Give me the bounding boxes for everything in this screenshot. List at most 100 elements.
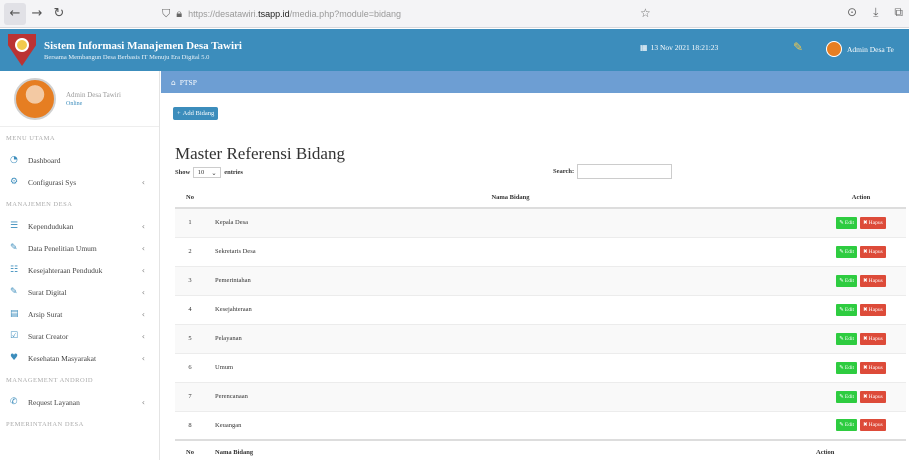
table-row: 4 Kesejahteraan ✎ Edit ✖ Hapus <box>175 295 906 325</box>
sidebar-item-label: Data Penelitian Umum <box>28 243 97 253</box>
sidebar-item-label: Kesehatan Masyarakat <box>28 353 97 363</box>
delete-button[interactable]: ✖ Hapus <box>860 303 886 316</box>
row-actions: ✎ Edit ✖ Hapus <box>816 266 906 296</box>
chevron-down-icon: ⌄ <box>211 169 217 177</box>
url-prefix: https://desatawiri. <box>188 9 259 19</box>
delete-label: Hapus <box>868 422 883 429</box>
sidebar-item-surat-digital[interactable]: ✎ Surat Digital ‹ <box>0 281 159 303</box>
entries-select[interactable]: 10 ⌄ <box>193 167 222 178</box>
sidebar-item-configurasi[interactable]: ⚙ Configurasi Sys ‹ <box>0 171 159 193</box>
chevron-left-icon: ‹ <box>141 287 145 297</box>
chevron-left-icon: ‹ <box>141 177 145 187</box>
edit-label: Edit <box>844 277 855 284</box>
logo-icon <box>8 34 36 66</box>
edit-icon: ✎ <box>10 287 18 297</box>
address-bar[interactable]: ⛉ 🔒︎ https://desatawiri. tsapp.id/media.p… <box>162 5 722 23</box>
table-icon: ☰ <box>10 221 19 231</box>
delete-button[interactable]: ✖ Hapus <box>860 274 886 287</box>
edit-button[interactable]: ✎ Edit <box>836 303 858 316</box>
table-header-row: No Nama Bidang Action <box>175 187 906 209</box>
delete-button[interactable]: ✖ Hapus <box>860 390 886 403</box>
trash-icon: ✖ <box>863 277 868 284</box>
footer-name: Nama Bidang <box>205 439 816 460</box>
column-header-no[interactable]: No <box>175 187 205 209</box>
header-user-menu[interactable]: Admin Desa Te <box>826 41 894 57</box>
forward-arrow-icon[interactable]: → <box>26 3 48 25</box>
sidebar-item-label: Surat Creator <box>28 331 69 341</box>
edit-icon: ✎ <box>839 422 844 429</box>
sidebar-item-penelitian[interactable]: ✎ Data Penelitian Umum ‹ <box>0 237 159 259</box>
delete-button[interactable]: ✖ Hapus <box>860 361 886 374</box>
row-name: Perencanaan <box>205 382 816 412</box>
row-actions: ✎ Edit ✖ Hapus <box>816 295 906 325</box>
heart-icon: ♥ <box>10 353 19 363</box>
delete-button[interactable]: ✖ Hapus <box>860 216 886 229</box>
edit-button[interactable]: ✎ Edit <box>836 361 858 374</box>
star-icon[interactable]: ☆ <box>640 6 651 20</box>
edit-button[interactable]: ✎ Edit <box>836 216 858 229</box>
edit-label: Edit <box>844 422 855 429</box>
edit-button[interactable]: ✎ Edit <box>836 274 858 287</box>
row-name: Sekretaris Desa <box>205 237 816 267</box>
chevron-left-icon: ‹ <box>141 243 145 253</box>
breadcrumb: ⌂ PTSP <box>161 71 909 93</box>
home-icon: ⌂ <box>171 77 176 87</box>
sidebar-item-dashboard[interactable]: ◔ Dashboard <box>0 149 159 171</box>
row-name: Kesejahteraan <box>205 295 816 325</box>
edit-label: Edit <box>844 219 855 226</box>
search-box: Search: <box>553 164 673 179</box>
edit-button[interactable]: ✎ Edit <box>836 419 858 432</box>
edit-button[interactable]: ✎ Edit <box>836 332 858 345</box>
row-number: 8 <box>175 411 205 441</box>
delete-button[interactable]: ✖ Hapus <box>860 419 886 432</box>
sidebar-item-surat-creator[interactable]: ☑ Surat Creator ‹ <box>0 325 159 347</box>
pocket-icon[interactable]: ⊙ <box>847 5 857 20</box>
sidebar-item-kesejahteraan[interactable]: ☷ Kesejahteraan Penduduk ‹ <box>0 259 159 281</box>
chevron-left-icon: ‹ <box>141 331 145 341</box>
trash-icon: ✖ <box>863 364 868 371</box>
add-bidang-button[interactable]: + Add Bidang <box>173 107 219 120</box>
user-panel: Admin Desa Tawiri Online <box>0 71 159 127</box>
reload-icon[interactable]: ↻ <box>48 3 70 25</box>
menu-header-pemerintahan: PEMERINTAHAN DESA <box>6 420 84 428</box>
sidebar-item-arsip-surat[interactable]: ▤ Arsip Surat ‹ <box>0 303 159 325</box>
edit-button[interactable]: ✎ Edit <box>836 245 858 258</box>
sidebar-item-label: Arsip Surat <box>28 309 63 319</box>
row-actions: ✎ Edit ✖ Hapus <box>816 353 906 383</box>
row-name: Umum <box>205 353 816 383</box>
main-content: ⌂ PTSP + Add Bidang Master Referensi Bid… <box>161 71 909 460</box>
header-datetime: ▦ 13 Nov 2021 18:21:23 <box>640 43 718 52</box>
avatar <box>14 77 56 120</box>
delete-button[interactable]: ✖ Hapus <box>860 332 886 345</box>
extensions-icon[interactable]: ⧉ <box>894 5 903 20</box>
sidebar-item-kependudukan[interactable]: ☰ Kependudukan ‹ <box>0 215 159 237</box>
sidebar-item-kesehatan[interactable]: ♥ Kesehatan Masyarakat ‹ <box>0 347 159 369</box>
table-row: 8 Keuangan ✎ Edit ✖ Hapus <box>175 411 906 441</box>
menu-header-android: MANAGEMENT ANDROID <box>6 376 94 384</box>
datetime-text: 13 Nov 2021 18:21:23 <box>650 43 719 52</box>
search-input[interactable] <box>577 164 673 179</box>
back-arrow-icon[interactable]: ← <box>4 2 26 25</box>
check-icon: ☑ <box>10 331 19 341</box>
row-number: 5 <box>175 324 205 354</box>
page-title: Master Referensi Bidang <box>175 144 345 163</box>
trash-icon: ✖ <box>863 248 868 255</box>
column-header-action[interactable]: Action <box>816 187 906 209</box>
app-header: Sistem Informasi Manajemen Desa Tawiri B… <box>0 29 909 71</box>
column-header-name[interactable]: Nama Bidang <box>205 187 816 209</box>
row-actions: ✎ Edit ✖ Hapus <box>816 237 906 267</box>
shield-icon: ⛉ <box>162 7 171 20</box>
edit-label: Edit <box>844 306 855 313</box>
gear-icon: ⚙ <box>10 177 19 187</box>
table-row: 3 Pemerintahan ✎ Edit ✖ Hapus <box>175 266 906 296</box>
sidebar-item-label: Kesejahteraan Penduduk <box>28 265 103 275</box>
edit-button[interactable]: ✎ Edit <box>836 390 858 403</box>
edit-label: Edit <box>844 248 855 255</box>
sidebar-item-request-layanan[interactable]: ✆ Request Layanan ‹ <box>0 391 159 413</box>
delete-button[interactable]: ✖ Hapus <box>860 245 886 258</box>
phone-icon: ✆ <box>10 397 18 407</box>
download-icon[interactable]: ⤓ <box>873 5 878 20</box>
app-title: Sistem Informasi Manajemen Desa Tawiri <box>44 39 242 52</box>
notification-icon[interactable]: ✎ <box>793 40 803 54</box>
row-actions: ✎ Edit ✖ Hapus <box>816 411 906 441</box>
